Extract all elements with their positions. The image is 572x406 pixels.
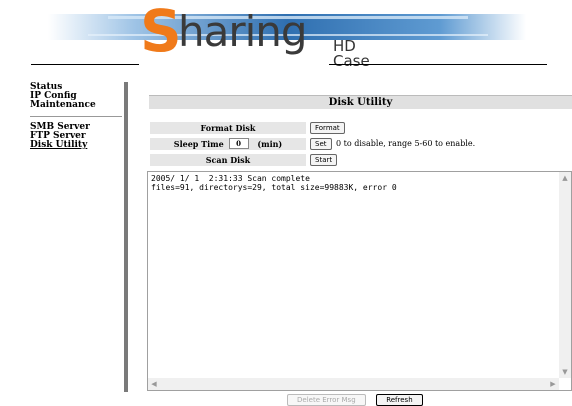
scroll-left-icon[interactable]: ◀ xyxy=(149,379,159,389)
scroll-up-icon[interactable]: ▲ xyxy=(560,173,570,183)
scan-row: Scan Disk Start xyxy=(150,154,450,168)
scan-log-textarea[interactable]: 2005/ 1/ 1 2:31:33 Scan complete files=9… xyxy=(147,171,572,391)
sleep-time-input[interactable]: 0 xyxy=(228,138,249,149)
logo-initial: S xyxy=(140,0,182,65)
scroll-down-icon[interactable]: ▼ xyxy=(560,367,570,377)
format-label: Format Disk xyxy=(150,122,306,134)
scroll-right-icon[interactable]: ▶ xyxy=(548,379,558,389)
disk-controls: Format Disk Format Sleep Time 0 (min) Se… xyxy=(150,122,475,170)
horizontal-scrollbar[interactable]: ◀ ▶ xyxy=(148,378,559,390)
sleep-label: Sleep Time xyxy=(173,139,224,149)
action-buttons: Delete Error Msg Refresh xyxy=(287,394,431,406)
sleep-hint: 0 to disable, range 5-60 to enable. xyxy=(336,139,476,148)
header-rule-left xyxy=(31,64,139,65)
logo-text: haring xyxy=(178,7,308,56)
sleep-label-cell: Sleep Time 0 (min) xyxy=(150,138,306,150)
scan-log-text: 2005/ 1/ 1 2:31:33 Scan complete files=9… xyxy=(151,174,397,192)
sidebar-nav: Status IP Config Maintenance SMB Server … xyxy=(30,83,122,150)
vertical-scrollbar[interactable]: ▲ ▼ xyxy=(559,172,571,378)
header-rule-right xyxy=(329,64,547,65)
set-button[interactable]: Set xyxy=(310,138,332,150)
sleep-row: Sleep Time 0 (min) Set 0 to disable, ran… xyxy=(150,138,475,152)
sleep-unit: (min) xyxy=(257,139,283,149)
sidebar-divider xyxy=(30,116,122,117)
refresh-button[interactable]: Refresh xyxy=(376,394,423,406)
page-title: Disk Utility xyxy=(149,95,572,109)
start-button[interactable]: Start xyxy=(310,154,338,166)
format-button[interactable]: Format xyxy=(310,122,345,134)
sidebar-vertical-bar xyxy=(124,82,128,392)
sidebar-item-maintenance[interactable]: Maintenance xyxy=(30,101,120,110)
delete-error-msg-button[interactable]: Delete Error Msg xyxy=(287,394,366,406)
scan-label: Scan Disk xyxy=(150,154,306,166)
sidebar-item-disk-utility[interactable]: Disk Utility xyxy=(30,141,120,150)
format-row: Format Disk Format xyxy=(150,122,450,136)
